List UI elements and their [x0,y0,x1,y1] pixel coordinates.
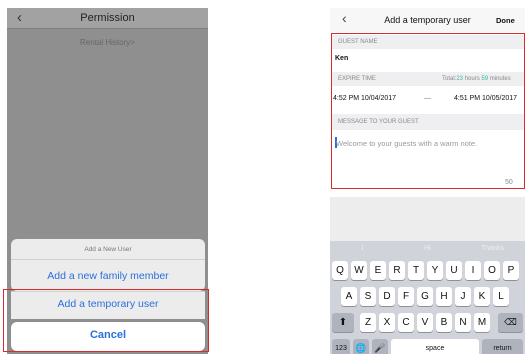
key-p[interactable]: P [503,261,519,280]
key-l[interactable]: L [493,287,509,306]
nav-bar: ‹ Add a temporary user Done [330,8,525,32]
globe-icon: 🌐 [355,343,367,353]
page-title: Permission [80,12,135,24]
suggestion-3[interactable]: Thanks [460,245,525,261]
action-sheet-title: Add a New User [84,246,132,253]
key-c[interactable]: C [398,313,414,332]
suggestion-1[interactable]: I [330,245,395,261]
key-e[interactable]: E [370,261,386,280]
action-sheet: Add a New User Add a new family member [11,239,205,291]
key-o[interactable]: O [484,261,500,280]
return-key[interactable]: return [482,339,523,354]
key-v[interactable]: V [417,313,433,332]
key-x[interactable]: X [379,313,395,332]
key-q[interactable]: Q [332,261,348,280]
shift-icon: ⬆ [338,317,348,328]
key-r[interactable]: R [389,261,405,280]
key-i[interactable]: I [465,261,481,280]
delete-icon: ⌫ [504,317,517,327]
highlight-box [3,289,209,352]
globe-key[interactable]: 🌐 [353,339,369,354]
empty-area [330,197,525,241]
add-family-member-button[interactable]: Add a new family member [11,270,205,282]
key-m[interactable]: M [474,313,490,332]
space-key[interactable]: space [391,339,479,354]
key-a[interactable]: A [341,287,357,306]
shift-key[interactable]: ⬆ [332,313,354,332]
key-k[interactable]: K [474,287,490,306]
key-h[interactable]: H [436,287,452,306]
key-g[interactable]: G [417,287,433,306]
mic-key[interactable]: 🎤 [372,339,388,354]
done-button[interactable]: Done [496,16,515,25]
key-s[interactable]: S [360,287,376,306]
key-u[interactable]: U [446,261,462,280]
divider [11,259,205,260]
highlight-box [331,33,525,189]
numbers-key[interactable]: 123 [332,339,350,354]
key-n[interactable]: N [455,313,471,332]
nav-bar: ‹ Permission [7,8,208,29]
suggestion-2[interactable]: Hi [395,245,460,261]
key-w[interactable]: W [351,261,367,280]
key-d[interactable]: D [379,287,395,306]
key-t[interactable]: T [408,261,424,280]
rental-history-link[interactable]: Rental History> [7,38,208,47]
key-z[interactable]: Z [360,313,376,332]
key-b[interactable]: B [436,313,452,332]
key-f[interactable]: F [398,287,414,306]
delete-key[interactable]: ⌫ [498,313,523,332]
key-j[interactable]: J [455,287,471,306]
microphone-icon: 🎤 [374,343,386,353]
key-y[interactable]: Y [427,261,443,280]
